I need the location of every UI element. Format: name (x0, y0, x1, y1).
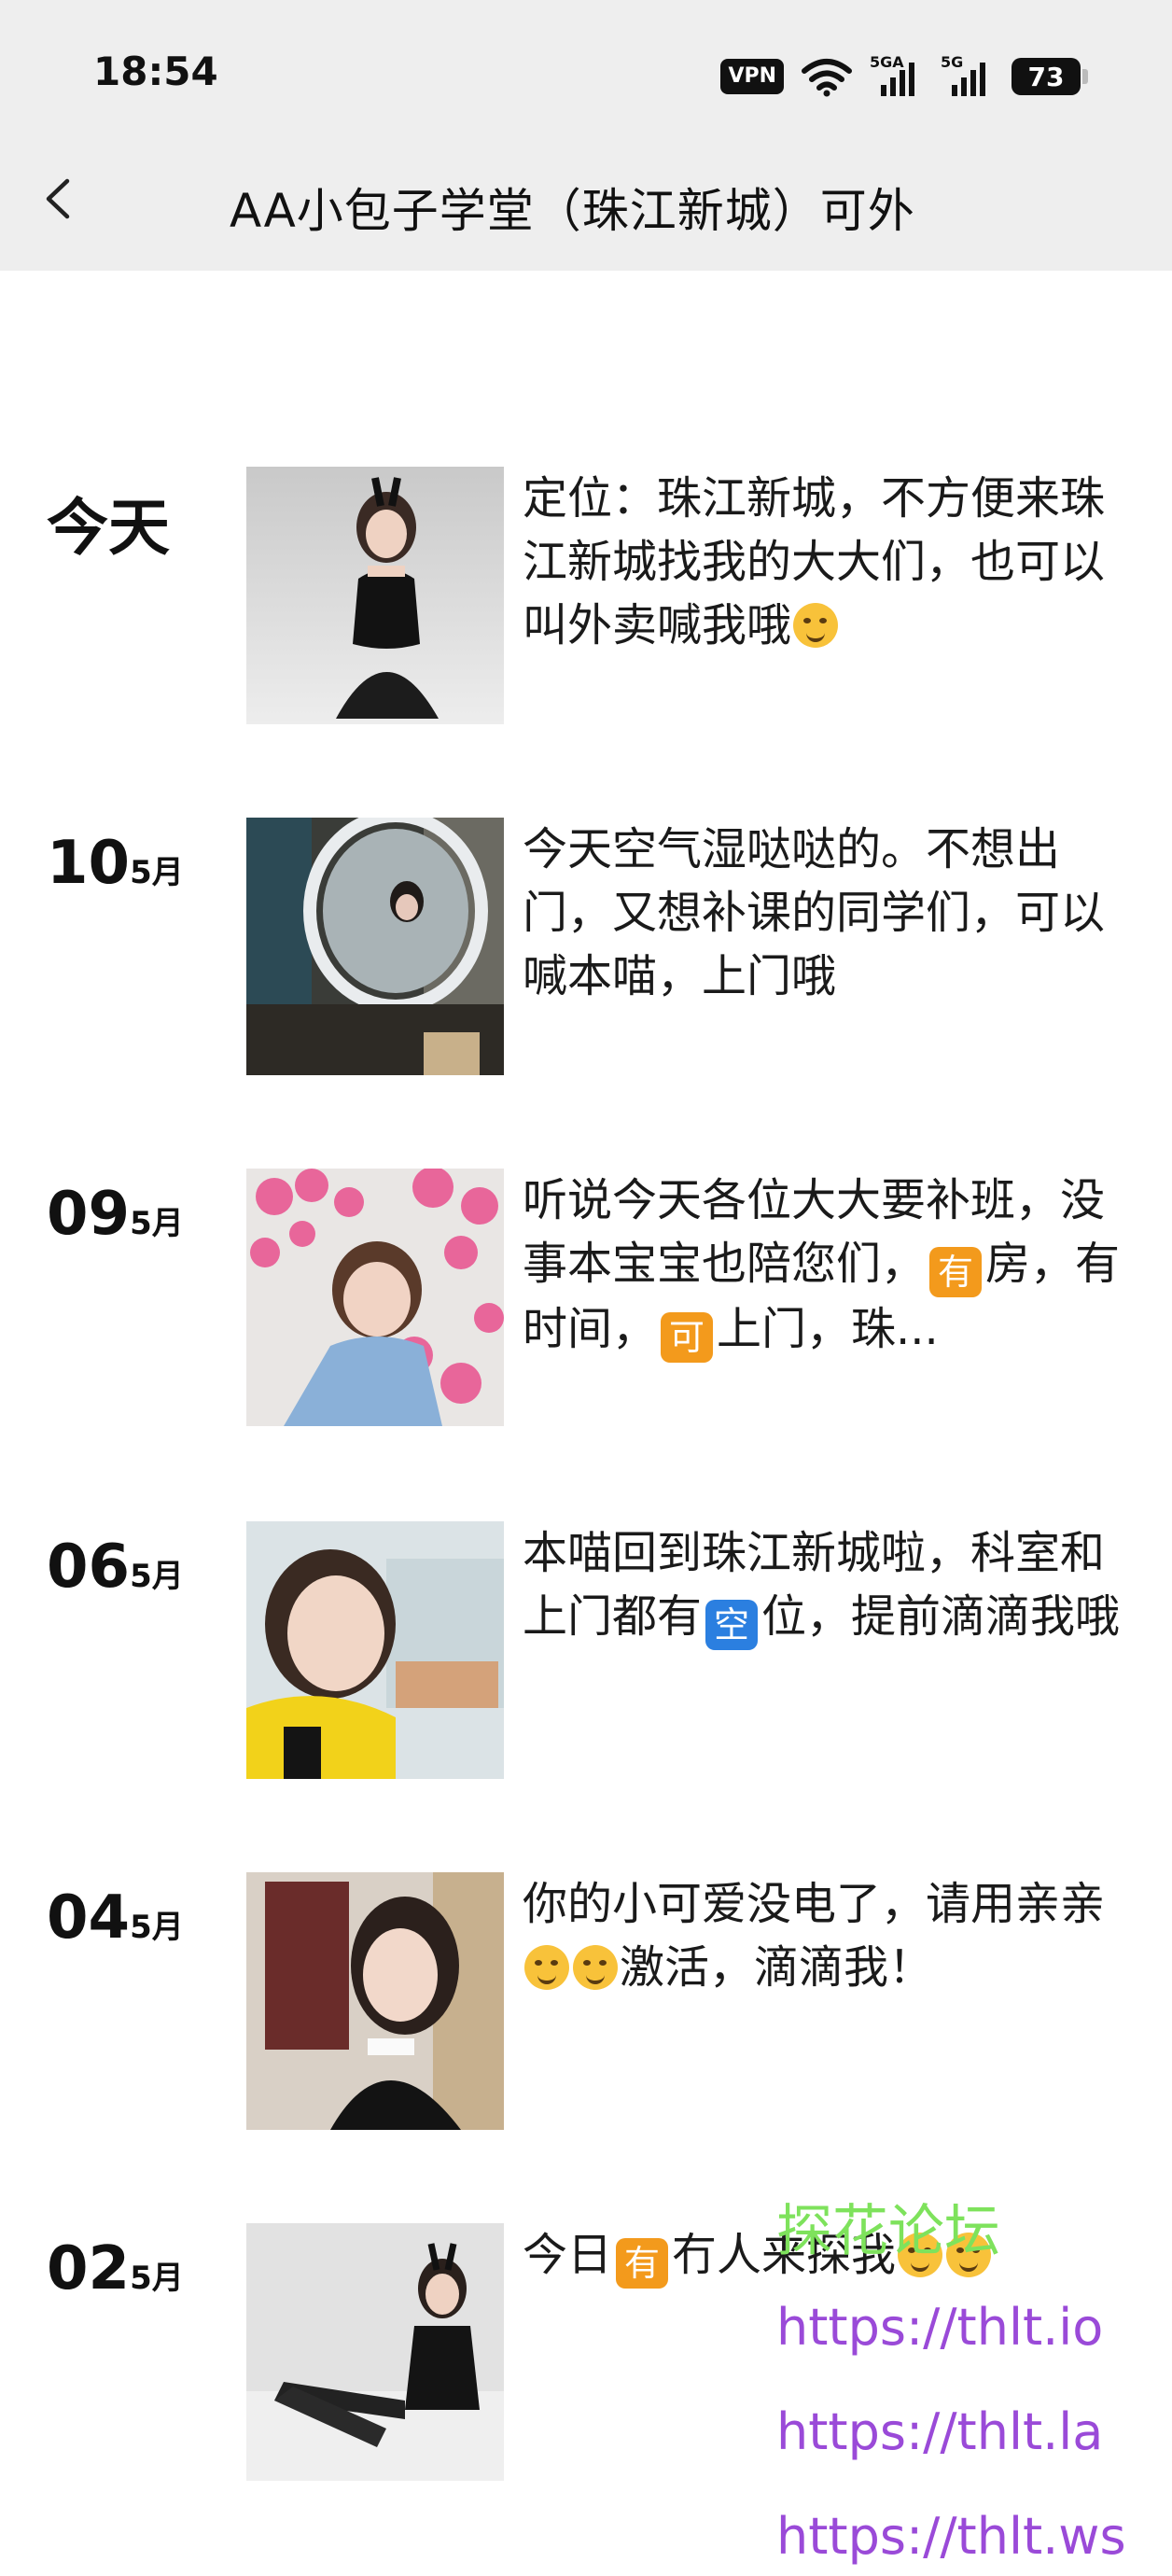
battery-icon: 73 (1012, 58, 1088, 95)
entry-date: 今天 (47, 492, 170, 564)
entry-photo[interactable] (246, 2223, 504, 2481)
list-item[interactable]: 065月 本喵回到珠江新城啦，科室和上门都有空位，提前滴滴我哦 (0, 1521, 1172, 1783)
list-item[interactable]: 今天 定位：珠江新城，不方便来珠江新城找我的大大们，也可以叫外卖喊我哦 (0, 467, 1172, 728)
entry-photo[interactable] (246, 1169, 504, 1426)
kong-badge-icon: 空 (705, 1600, 759, 1650)
relieved-face-emoji-icon (793, 603, 839, 648)
signal-5g-icon: 5G (941, 53, 995, 98)
vpn-icon: VPN (720, 59, 784, 94)
entry-text: 今天空气湿哒哒的。不想出门，又想补课的同学们，可以喊本喵，上门哦 (523, 823, 1106, 1002)
watermark-url-ws: https://thlt.ws (776, 2507, 1126, 2566)
signal-5ga-icon: 5GA (870, 53, 924, 98)
status-time: 18:54 (93, 49, 218, 94)
watermark-url-io: https://thlt.io (776, 2298, 1104, 2357)
watermark-forum-name: 探花论坛 (776, 2199, 1000, 2264)
wifi-icon (802, 59, 852, 97)
entry-photo[interactable] (246, 1521, 504, 1779)
you-badge-icon: 有 (929, 1247, 983, 1297)
list-item[interactable]: 105月 今天空气湿哒哒的。不想出门，又想补课的同学们，可以喊本喵，上门哦 (0, 818, 1172, 1079)
status-icons: VPN 5GA 5G 73 (720, 53, 1088, 99)
entry-date: 065月 (47, 1533, 184, 1602)
you-badge-icon: 有 (616, 2238, 669, 2289)
entry-photo[interactable] (246, 818, 504, 1075)
chevron-left-icon[interactable] (35, 175, 82, 222)
entry-date: 095月 (47, 1180, 184, 1249)
page-title: AA小包子学堂（珠江新城）可外 (230, 184, 915, 238)
ke-badge-icon: 可 (661, 1312, 714, 1363)
entry-text: 定位：珠江新城，不方便来珠江新城找我的大大们，也可以叫外卖喊我哦 (523, 472, 1106, 651)
kissing-face-emoji-icon (524, 1945, 569, 1990)
watermark-url-la: https://thlt.la (776, 2402, 1104, 2461)
entry-date: 045月 (47, 1883, 184, 1953)
entry-photo[interactable] (246, 1872, 504, 2130)
entry-photo[interactable] (246, 467, 504, 724)
kissing-face-emoji-icon (573, 1945, 618, 1990)
entry-text: 听说今天各位大大要补班，没事本宝宝也陪您们，有房，有时间，可上门，珠... (523, 1169, 1129, 1363)
entry-date: 105月 (47, 829, 184, 898)
entry-date: 025月 (47, 2234, 184, 2303)
list-item[interactable]: 095月 听说今天各位大大要补班，没事本宝宝也陪您们，有房，有时间，可上门，珠.… (0, 1169, 1172, 1430)
battery-level: 73 (1027, 61, 1065, 92)
list-item[interactable]: 045月 你的小可爱没电了，请用亲亲激活，滴滴我！ (0, 1872, 1172, 2134)
top-bar: 18:54 VPN 5GA 5G 73 AA小包子学堂（珠江新城）可外 (0, 0, 1172, 271)
entry-text: 本喵回到珠江新城啦，科室和上门都有空位，提前滴滴我哦 (523, 1521, 1129, 1650)
entry-text: 你的小可爱没电了，请用亲亲激活，滴滴我！ (523, 1878, 1106, 1994)
